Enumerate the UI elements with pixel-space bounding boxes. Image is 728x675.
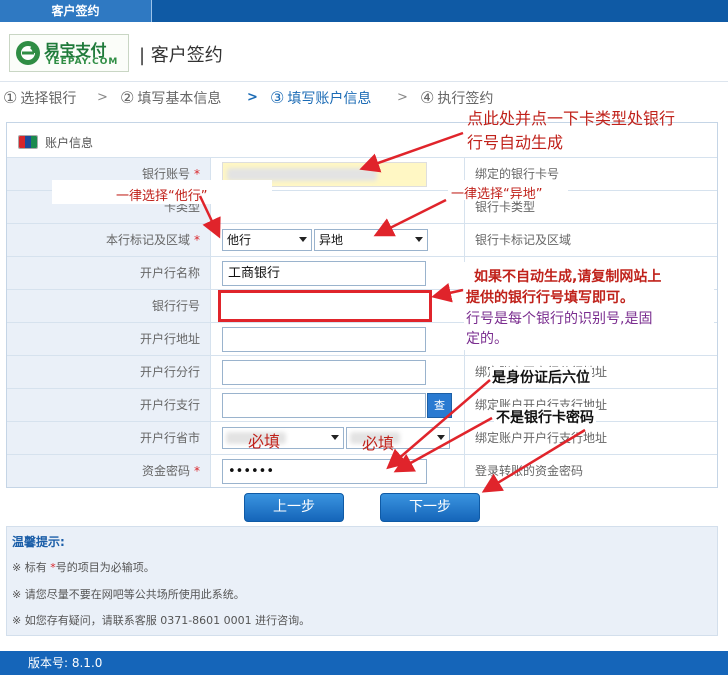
annotation-select-other-bank: 一律选择“他行” <box>116 189 208 204</box>
tips-title: 温馨提示: <box>12 535 65 549</box>
top-bar: 客户签约 <box>0 0 728 22</box>
logo-text-en: YEEPAY.COM <box>46 57 119 67</box>
tips-panel: 温馨提示: ※ 标有 *号的项目为必输项。 ※ 请您尽量不要在网吧等公共场所使用… <box>6 526 718 636</box>
chevron-down-icon <box>415 237 423 242</box>
page-title: | 客户签约 <box>139 45 223 66</box>
label-bank-subbranch: 开户行支行 <box>7 389 211 421</box>
step-1: ① 选择银行 <box>3 88 76 108</box>
step-1-label: 选择银行 <box>20 91 77 107</box>
next-step-button[interactable]: 下一步 <box>380 493 480 522</box>
cell-bank-branch <box>212 356 465 388</box>
hint-bank-mark-region: 银行卡标记及区域 <box>475 233 572 247</box>
label-bank-address: 开户行地址 <box>7 323 211 355</box>
step-3-number: ③ <box>270 88 285 107</box>
chevron-down-icon <box>299 237 307 242</box>
annotation-manual-2: 提供的银行行号填写即可。 <box>466 290 634 306</box>
fund-password-input[interactable]: •••••• <box>222 459 427 484</box>
row-fund-password: 资金密码 * •••••• 登录转账的资金密码 <box>7 454 717 487</box>
step-separator-icon: > <box>97 90 108 105</box>
chevron-down-icon <box>437 435 445 440</box>
bank-branch-input[interactable] <box>222 360 426 385</box>
hint-fund-password: 登录转账的资金密码 <box>475 464 584 478</box>
label-fund-password: 资金密码 * <box>7 455 211 487</box>
bank-code-input[interactable] <box>218 290 432 322</box>
bank-address-input[interactable] <box>222 327 426 352</box>
row-bank-mark-region: 本行标记及区域 * 他行 异地 银行卡标记及区域 <box>7 223 717 256</box>
step-4-number: ④ <box>420 88 435 107</box>
annotation-manual-4: 定的。 <box>466 331 508 347</box>
step-3: ③ 填写账户信息 <box>270 88 371 108</box>
annotation-id-last-six: 是身份证后六位 <box>490 367 592 387</box>
province-select[interactable] <box>222 427 344 449</box>
step-1-number: ① <box>3 88 18 107</box>
cell-bank-mark-region: 他行 异地 <box>212 224 465 256</box>
bank-mark-select[interactable]: 他行 <box>222 229 312 251</box>
step-2: ② 填写基本信息 <box>120 88 221 108</box>
label-bank-province-city: 开户行省市 <box>7 422 211 454</box>
bank-subbranch-input[interactable] <box>222 393 426 418</box>
label-bank-mark-region: 本行标记及区域 * <box>7 224 211 256</box>
label-bank-code: 银行行号 <box>7 290 211 322</box>
footer-version: 版本号: 8.1.0 <box>0 651 728 675</box>
annotation-click-card-1: 点此处并点一下卡类型处银行 <box>467 109 676 128</box>
cell-bank-name: 工商银行 <box>212 257 465 289</box>
page-header: 易宝支付 YEEPAY.COM | 客户签约 <box>0 22 728 82</box>
region-select[interactable]: 异地 <box>314 229 428 251</box>
label-bank-name: 开户行名称 <box>7 257 211 289</box>
tab-customer-sign[interactable]: 客户签约 <box>0 0 152 22</box>
annotation-not-card-password: 不是银行卡密码 <box>494 407 596 427</box>
tip-public-place: ※ 请您尽量不要在网吧等公共场所使用此系统。 <box>12 588 245 601</box>
tip-contact: ※ 如您存有疑问，请联系客服 0371-8601 0001 进行咨询。 <box>12 614 311 627</box>
step-separator-icon: > <box>397 90 408 105</box>
row-bank-branch: 开户行分行 绑定账户开户行分行地址 <box>7 355 717 388</box>
chevron-down-icon <box>331 435 339 440</box>
bank-name-input[interactable]: 工商银行 <box>222 261 426 286</box>
yeepay-logo-icon <box>16 41 40 65</box>
cell-fund-password: •••••• <box>212 455 465 487</box>
tip-required: ※ 标有 *号的项目为必输项。 <box>12 561 155 574</box>
annotation-manual-1: 如果不自动生成,请复制网站上 <box>474 269 662 285</box>
annotation-manual-3: 行号是每个银行的识别号,是固 <box>466 311 653 327</box>
yeepay-logo: 易宝支付 YEEPAY.COM <box>9 34 129 72</box>
row-bank-subbranch: 开户行支行 查 绑定账户开户行支行地址 <box>7 388 717 421</box>
step-separator-icon: > <box>247 90 258 105</box>
prev-step-button[interactable]: 上一步 <box>244 493 344 522</box>
search-subbranch-button[interactable]: 查 <box>427 393 452 418</box>
cell-bank-code <box>212 290 465 322</box>
unionpay-icon <box>18 135 38 149</box>
panel-title: 账户信息 <box>45 136 94 150</box>
cell-bank-address <box>212 323 465 355</box>
annotation-required-1: 必填 <box>248 432 281 451</box>
annotation-select-remote: 一律选择“异地” <box>451 187 543 202</box>
step-2-number: ② <box>120 88 135 107</box>
step-2-label: 填写基本信息 <box>137 91 222 107</box>
annotation-click-card-2: 行号自动生成 <box>467 133 564 152</box>
step-3-label: 填写账户信息 <box>287 91 372 107</box>
cell-bank-subbranch: 查 <box>212 389 465 421</box>
annotation-required-2: 必填 <box>362 434 395 453</box>
label-bank-branch: 开户行分行 <box>7 356 211 388</box>
